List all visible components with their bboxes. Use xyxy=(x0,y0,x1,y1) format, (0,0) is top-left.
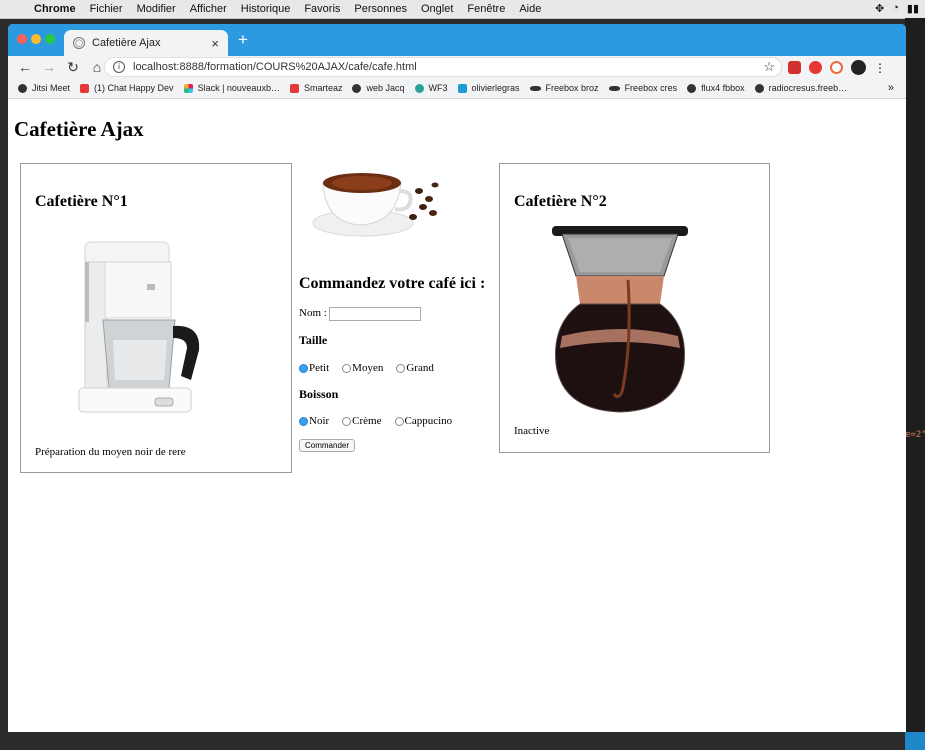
size-radio-moyen[interactable] xyxy=(342,363,352,373)
bookmark-slack[interactable]: Slack | nouveauxb… xyxy=(183,83,280,93)
menu-onglet[interactable]: Onglet xyxy=(421,3,453,15)
size-label: Taille xyxy=(299,333,328,347)
menu-afficher[interactable]: Afficher xyxy=(190,3,227,15)
machine-1-title: Cafetière N°1 xyxy=(35,193,128,210)
menu-historique[interactable]: Historique xyxy=(241,3,291,15)
freebox-icon xyxy=(529,85,541,91)
machine-2-status: Inactive xyxy=(514,425,550,437)
chrome-menu-icon[interactable]: ⋮ xyxy=(874,61,886,75)
olivierlegras-icon xyxy=(457,83,467,93)
editor-code-fragment: e=2" xyxy=(905,430,925,440)
editor-status-bar xyxy=(905,732,925,750)
size-option-petit[interactable]: Petit xyxy=(299,362,329,374)
menu-fichier[interactable]: Fichier xyxy=(90,3,123,15)
bookmark-wf3[interactable]: WF3 xyxy=(414,83,448,93)
bookmark-web-jacq[interactable]: web Jacq xyxy=(352,83,405,93)
home-icon[interactable]: ⌂ xyxy=(90,59,104,75)
adblock-icon[interactable] xyxy=(809,61,822,74)
drink-option-noir[interactable]: Noir xyxy=(299,415,329,427)
freebox-icon xyxy=(608,85,620,91)
size-radio-grand[interactable] xyxy=(396,363,406,373)
machine-2-panel: Cafetière N°2 Inactive xyxy=(499,163,770,453)
bookmark-freebox-cres[interactable]: Freebox cres xyxy=(608,83,677,93)
pour-over-coffee-maker-image xyxy=(552,226,688,413)
drink-radio-creme[interactable] xyxy=(342,416,352,426)
machine-1-panel: Cafetière N°1 Préparation du moyen noir … xyxy=(20,163,292,473)
menu-favoris[interactable]: Favoris xyxy=(304,3,340,15)
menu-personnes[interactable]: Personnes xyxy=(354,3,407,15)
zoom-window-icon[interactable] xyxy=(45,34,55,44)
bookmark-star-icon[interactable]: ☆ xyxy=(763,59,775,75)
wf3-icon xyxy=(414,83,424,93)
slack-icon xyxy=(183,83,193,93)
close-window-icon[interactable] xyxy=(17,34,27,44)
close-tab-icon[interactable]: × xyxy=(211,36,219,51)
menu-modifier[interactable]: Modifier xyxy=(137,3,176,15)
machine-2-title: Cafetière N°2 xyxy=(514,193,607,210)
machine-1-status: Préparation du moyen noir de rere xyxy=(35,446,186,458)
chat-icon xyxy=(80,83,90,93)
menu-app[interactable]: Chrome xyxy=(34,3,76,15)
bookmarks-bar: Jitsi Meet (1) Chat Happy Dev Slack | no… xyxy=(8,78,906,99)
globe-icon: ◯ xyxy=(73,37,85,49)
globe-icon xyxy=(687,83,697,93)
profile-avatar-icon[interactable] xyxy=(851,60,866,75)
size-radio-petit[interactable] xyxy=(299,363,308,373)
menubar-status-icons: ✥ ◔ ▮▮ xyxy=(875,2,919,15)
size-option-moyen[interactable]: Moyen xyxy=(342,362,383,374)
bookmark-smarteaz[interactable]: Smarteaz xyxy=(289,83,342,93)
order-heading: Commandez votre café ici : xyxy=(299,275,486,292)
drink-radio-cappucino[interactable] xyxy=(394,416,404,426)
name-input[interactable] xyxy=(329,307,421,321)
browser-window: ◯ Cafetière Ajax × + ← → ↻ ⌂ i localhost… xyxy=(8,24,906,732)
size-radio-group: Petit Moyen Grand xyxy=(299,362,447,374)
menu-aide[interactable]: Aide xyxy=(519,3,541,15)
parallels-icon[interactable]: ▮▮ xyxy=(907,2,919,15)
site-info-icon[interactable]: i xyxy=(113,61,125,73)
forward-icon[interactable]: → xyxy=(42,59,56,75)
minimize-window-icon[interactable] xyxy=(31,34,41,44)
bookmarks-more-button[interactable]: » xyxy=(888,82,894,94)
name-label: Nom : xyxy=(299,307,327,319)
drink-label: Boisson xyxy=(299,387,339,401)
address-bar[interactable]: i localhost:8888/formation/COURS%20AJAX/… xyxy=(104,57,782,77)
drink-option-creme[interactable]: Crème xyxy=(342,415,382,427)
dropbox-icon[interactable]: ✥ xyxy=(875,2,884,15)
commander-button[interactable]: Commander xyxy=(299,439,356,452)
drink-radio-noir[interactable] xyxy=(299,416,308,426)
extension-orange-icon[interactable] xyxy=(830,61,843,74)
bookmark-radiocresus[interactable]: radiocresus.freeb… xyxy=(754,83,847,93)
extensions-area: ⋮ xyxy=(788,60,886,75)
back-icon[interactable]: ← xyxy=(18,59,32,75)
tab-cafetiere-ajax[interactable]: ◯ Cafetière Ajax × xyxy=(64,30,228,56)
drink-radio-group: Noir Crème Cappucino xyxy=(299,415,465,427)
browser-toolbar: ← → ↻ ⌂ i localhost:8888/formation/COURS… xyxy=(8,56,906,78)
reload-icon[interactable]: ↻ xyxy=(66,59,80,76)
new-tab-button[interactable]: + xyxy=(238,30,248,50)
bookmark-freebox-broz[interactable]: Freebox broz xyxy=(529,83,599,93)
address-url[interactable]: localhost:8888/formation/COURS%20AJAX/ca… xyxy=(133,61,763,73)
timer-icon[interactable]: ◔ xyxy=(892,2,899,15)
bookmark-chat-happy-dev[interactable]: (1) Chat Happy Dev xyxy=(80,83,174,93)
menu-fenetre[interactable]: Fenêtre xyxy=(467,3,505,15)
drink-option-cappucino[interactable]: Cappucino xyxy=(394,415,452,427)
smarteaz-icon xyxy=(289,83,299,93)
background-editor-strip: e=2" xyxy=(905,18,925,750)
jitsi-icon xyxy=(18,83,27,93)
extension-red-icon[interactable] xyxy=(788,61,801,74)
tab-strip: ◯ Cafetière Ajax × + xyxy=(8,24,906,56)
bookmark-olivierlegras[interactable]: olivierlegras xyxy=(457,83,520,93)
tab-title: Cafetière Ajax xyxy=(92,37,161,49)
globe-icon xyxy=(754,83,764,93)
globe-icon xyxy=(352,83,362,93)
mac-menubar: Chrome Fichier Modifier Afficher Histori… xyxy=(0,0,925,19)
page-title: Cafetière Ajax xyxy=(14,117,144,141)
bookmark-jitsi[interactable]: Jitsi Meet xyxy=(18,83,70,93)
size-option-grand[interactable]: Grand xyxy=(396,362,434,374)
bookmark-flux4-fbbox[interactable]: flux4 fbbox xyxy=(687,83,745,93)
coffee-cup-image xyxy=(312,173,439,237)
drip-coffee-maker-image xyxy=(78,241,200,413)
page-content: Cafetière Ajax Cafetière N°1 Préparation… xyxy=(8,99,906,732)
